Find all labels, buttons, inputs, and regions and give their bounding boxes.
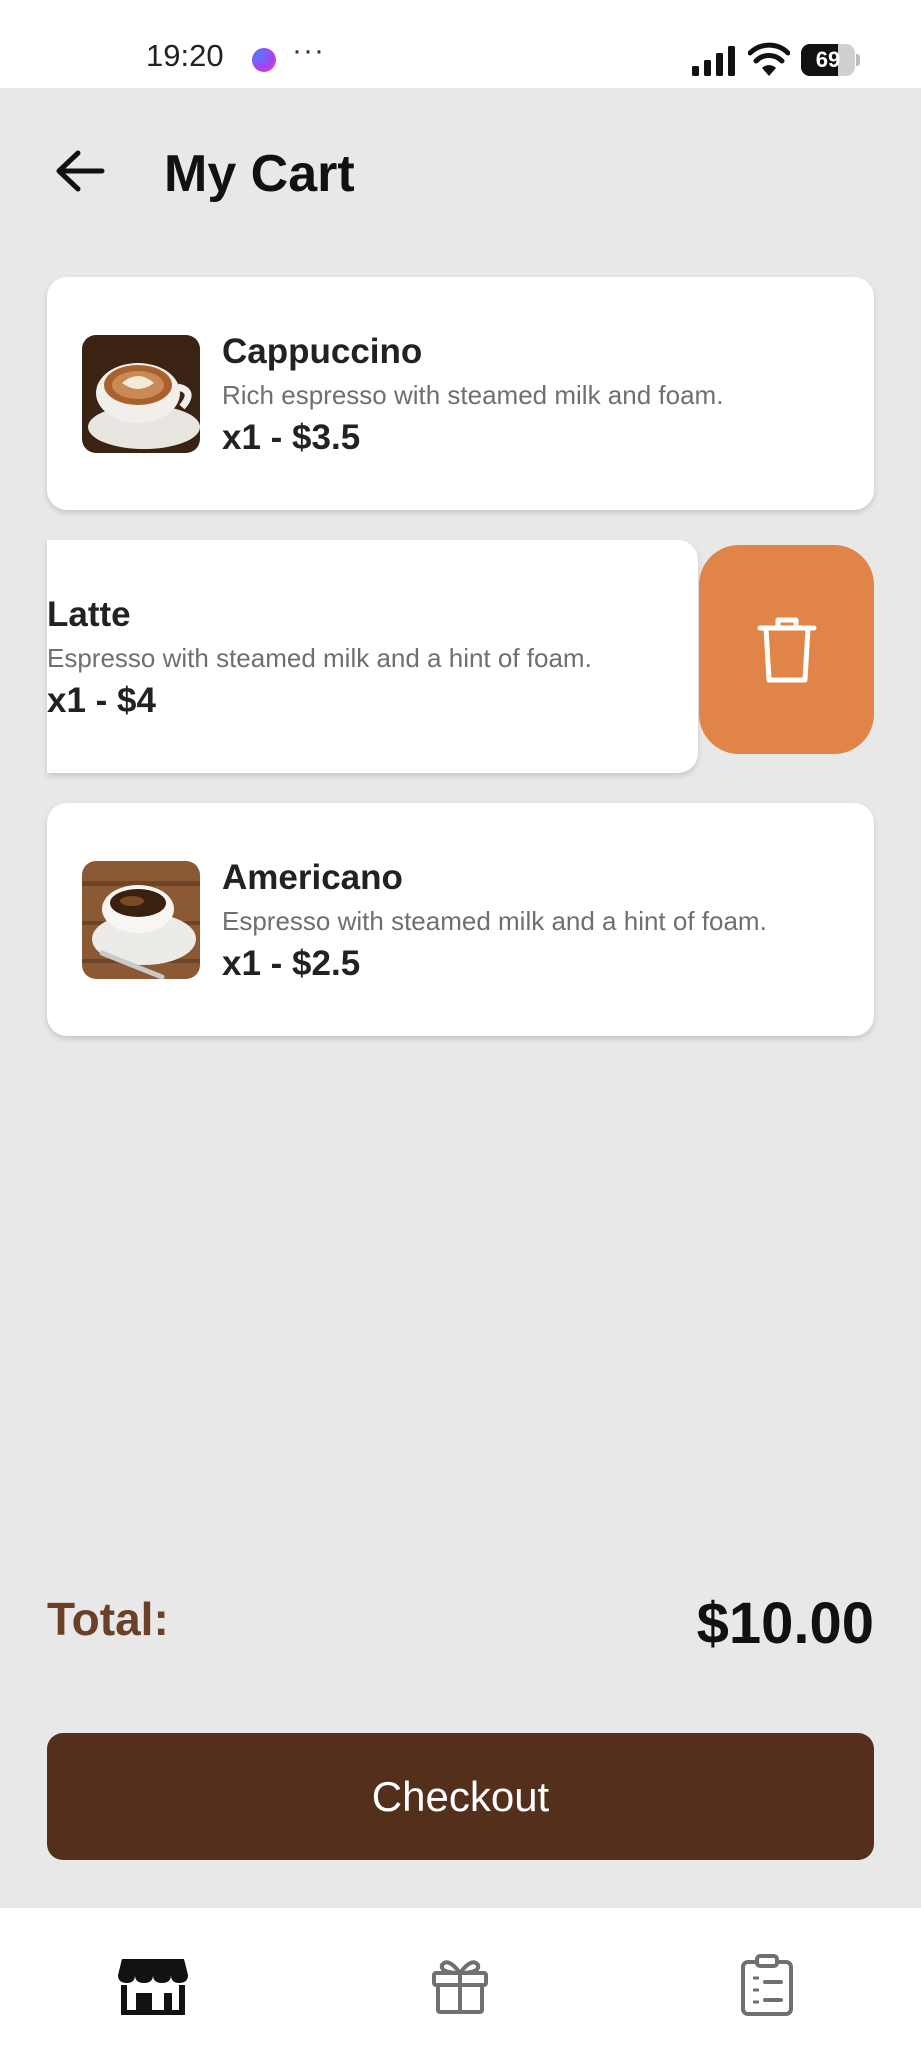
item-name: Cappuccino <box>222 332 423 371</box>
item-name: Americano <box>222 858 403 897</box>
item-quantity-price: x1 - $2.5 <box>222 944 361 983</box>
total-value: $10.00 <box>696 1591 874 1656</box>
order-list-icon <box>741 1954 793 2016</box>
total-label: Total: <box>47 1593 169 1645</box>
wifi-icon <box>748 42 790 76</box>
signal-icon <box>692 46 735 76</box>
cart-item-cappuccino[interactable]: Cappuccino Rich espresso with steamed mi… <box>47 277 874 510</box>
gift-icon <box>432 1960 488 2014</box>
item-description: Rich espresso with steamed milk and foam… <box>222 380 724 410</box>
item-description: Espresso with steamed milk and a hint of… <box>222 906 767 936</box>
trash-icon <box>757 617 816 682</box>
bottom-nav <box>0 1908 921 2048</box>
cart-item-latte[interactable]: Latte Espresso with steamed milk and a h… <box>47 540 698 773</box>
battery-icon: 69 <box>801 44 861 76</box>
battery-level: 69 <box>815 47 841 72</box>
americano-image <box>82 861 200 979</box>
cappuccino-image <box>82 335 200 453</box>
back-button[interactable] <box>40 136 120 206</box>
item-description: Espresso with steamed milk and a hint of… <box>47 643 592 673</box>
nav-store[interactable] <box>108 1950 198 2020</box>
messenger-icon <box>252 48 276 72</box>
store-icon <box>118 1959 188 2015</box>
more-notifications-indicator: ··· <box>292 34 325 67</box>
status-time: 19:20 <box>146 38 224 73</box>
status-bar: 19:20 ··· 69 <box>0 0 921 88</box>
item-quantity-price: x1 - $4 <box>47 681 156 720</box>
nav-rewards[interactable] <box>415 1950 505 2020</box>
nav-orders[interactable] <box>722 1950 812 2020</box>
cart-item-americano[interactable]: Americano Espresso with steamed milk and… <box>47 803 874 1036</box>
delete-item-button[interactable] <box>699 545 874 754</box>
item-name: Latte <box>47 595 131 634</box>
item-quantity-price: x1 - $3.5 <box>222 418 361 457</box>
checkout-button[interactable]: Checkout <box>47 1733 874 1860</box>
page-title: My Cart <box>164 145 355 203</box>
arrow-left-icon <box>56 150 105 192</box>
